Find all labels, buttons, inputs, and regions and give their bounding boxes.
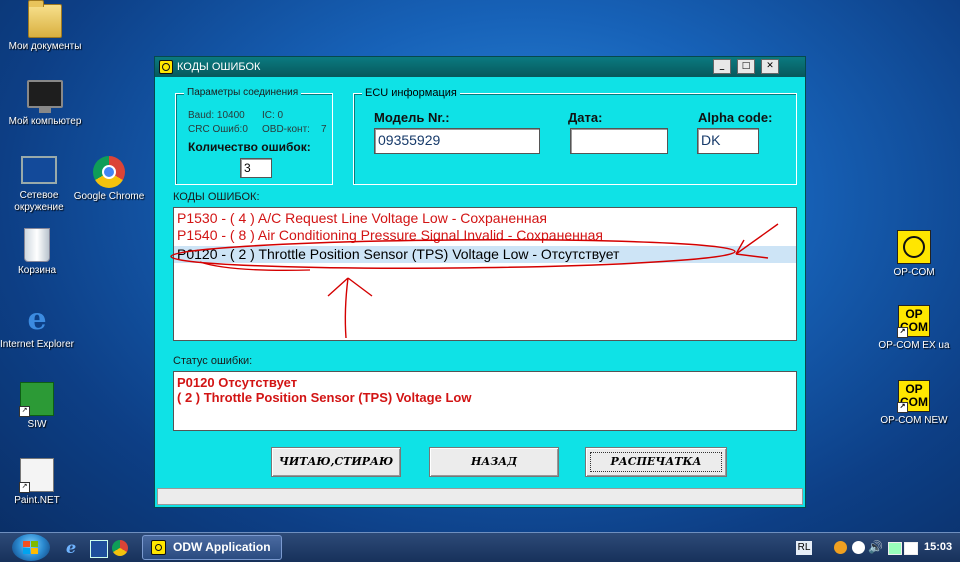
desktop-icon-label: OP-COM NEW xyxy=(880,415,948,426)
action-center-icon[interactable] xyxy=(904,542,918,555)
print-button[interactable]: РАСПЕЧАТКА xyxy=(585,447,727,477)
folder-icon xyxy=(28,0,62,38)
desktop-icon-label: Мой компьютер xyxy=(8,116,82,127)
alpha-code-label: Alpha code: xyxy=(698,110,773,125)
back-button[interactable]: НАЗАД xyxy=(429,447,559,477)
desktop-icon-label: Сетевое окружение xyxy=(14,190,64,213)
read-clear-button[interactable]: ЧИТАЮ,СТИРАЮ xyxy=(271,447,401,477)
back-label: НАЗАД xyxy=(470,455,518,468)
codes-section-label: КОДЫ ОШИБОК: xyxy=(173,191,260,203)
window-title: КОДЫ ОШИБОК xyxy=(177,61,261,73)
desktop-icon-recycle-bin[interactable]: Корзина xyxy=(0,228,74,277)
desktop-icon-opcom-ex[interactable]: OP COM ↗ OP-COM EX ua xyxy=(877,305,951,352)
print-label: РАСПЕЧАТКА xyxy=(610,455,702,468)
clock[interactable]: 15:03 xyxy=(924,541,952,553)
desktop-icon-label: Корзина xyxy=(17,265,57,276)
baud-text: Baud: 10400 xyxy=(188,110,245,121)
network-tray-icon[interactable] xyxy=(888,542,902,555)
model-field: 09355929 xyxy=(374,128,540,154)
model-label: Модель Nr.: xyxy=(374,110,450,125)
taskbar-app-button[interactable]: ODW Application xyxy=(142,535,282,560)
minimize-button[interactable]: _ xyxy=(713,59,731,74)
taskbar-app-label: ODW Application xyxy=(173,540,271,554)
obd-text: OBD-конт: xyxy=(262,124,310,135)
desktop-icon-label: Мои документы xyxy=(8,41,82,52)
desktop-icon-label: Internet Explorer xyxy=(0,339,74,350)
chrome-icon xyxy=(93,156,125,188)
desktop-icon-opcom-new[interactable]: OP COM ↗ OP-COM NEW xyxy=(877,380,951,427)
desktop-icon-network[interactable]: Сетевое окружение xyxy=(2,156,76,214)
start-button[interactable] xyxy=(12,534,50,561)
crc-text: CRC Ошиб:0 xyxy=(188,124,248,135)
ie-quicklaunch-icon[interactable]: e xyxy=(66,540,82,556)
computer-icon xyxy=(27,80,63,113)
taskbar: e ODW Application RL 🔊 15:03 xyxy=(0,532,960,562)
error-status-box: P0120 Отсутствует ( 2 ) Throttle Positio… xyxy=(173,371,797,431)
network-icon xyxy=(21,156,57,184)
status-section-label: Статус ошибки: xyxy=(173,355,253,367)
error-code-row[interactable]: P1530 - ( 4 ) A/C Request Line Voltage L… xyxy=(174,210,796,227)
recycle-bin-icon xyxy=(24,228,50,262)
ecu-info-legend: ECU информация xyxy=(362,87,460,99)
tray-status-icon[interactable] xyxy=(852,541,865,554)
status-line: ( 2 ) Throttle Position Sensor (TPS) Vol… xyxy=(177,390,472,405)
error-codes-list[interactable]: P1530 - ( 4 ) A/C Request Line Voltage L… xyxy=(173,207,797,341)
desktop-icon-siw[interactable]: ↗ SIW xyxy=(0,382,74,431)
desktop-icon-my-documents[interactable]: Мои документы xyxy=(8,0,82,53)
desktop-icon-chrome[interactable]: Google Chrome xyxy=(72,156,146,203)
desktop-icon-opcom[interactable]: OP-COM xyxy=(877,230,951,279)
language-indicator[interactable]: RL xyxy=(796,541,812,555)
opcom-logo-icon xyxy=(897,230,931,264)
desktop-icon-label: Paint.NET xyxy=(14,495,60,506)
date-label: Дата: xyxy=(568,110,603,125)
desktop-icon-label: OP-COM EX ua xyxy=(878,340,950,351)
desktop-icon-paint[interactable]: ↗ Paint.NET xyxy=(0,458,74,507)
ecu-info-group: ECU информация Модель Nr.: 09355929 Дата… xyxy=(353,87,797,185)
error-code-row-selected[interactable]: P0120 - ( 2 ) Throttle Position Sensor (… xyxy=(174,246,796,263)
desktop-icon-my-computer[interactable]: Мой компьютер xyxy=(8,80,82,128)
desktop-icon-internet-explorer[interactable]: e Internet Explorer xyxy=(0,304,74,351)
chrome-quicklaunch-icon[interactable] xyxy=(112,540,128,556)
opcom-shortcut-icon: OP COM ↗ xyxy=(897,305,930,338)
window-titlebar[interactable]: КОДЫ ОШИБОК _ □ ✕ xyxy=(155,57,805,77)
volume-icon[interactable]: 🔊 xyxy=(868,540,883,554)
ic-text: IC: 0 xyxy=(262,110,284,121)
window-status-bar xyxy=(157,488,803,505)
internet-explorer-icon: e xyxy=(27,302,47,337)
paint-icon: ↗ xyxy=(19,458,54,493)
error-count-field: 3 xyxy=(240,158,272,178)
siw-icon: ↗ xyxy=(19,382,54,417)
error-code-row[interactable]: P1540 - ( 8 ) Air Conditioning Pressure … xyxy=(174,227,796,244)
obd-value: 7 xyxy=(321,124,327,135)
show-desktop-icon[interactable] xyxy=(90,540,108,558)
maximize-button[interactable]: □ xyxy=(737,59,755,74)
app-logo-icon xyxy=(159,60,173,74)
connection-params-legend: Параметры соединения xyxy=(184,87,302,99)
opcom-shortcut-icon: OP COM ↗ xyxy=(897,380,930,413)
alpha-code-field: DK xyxy=(697,128,759,154)
close-button[interactable]: ✕ xyxy=(761,59,779,74)
read-clear-label: ЧИТАЮ,СТИРАЮ xyxy=(278,455,394,468)
error-count-label: Количество ошибок: xyxy=(188,140,311,154)
connection-params-group: Параметры соединения Baud: 10400 IC: 0 C… xyxy=(175,87,333,185)
desktop-icon-label: OP-COM xyxy=(893,267,935,278)
odw-app-icon xyxy=(151,540,166,555)
desktop-icon-label: Google Chrome xyxy=(73,191,145,202)
windows-logo-icon xyxy=(23,541,39,555)
error-codes-window: КОДЫ ОШИБОК _ □ ✕ Параметры соединения B… xyxy=(154,56,806,508)
desktop-icon-label: SIW xyxy=(27,419,47,430)
date-field xyxy=(570,128,668,154)
tray-app-icon[interactable] xyxy=(834,541,847,554)
